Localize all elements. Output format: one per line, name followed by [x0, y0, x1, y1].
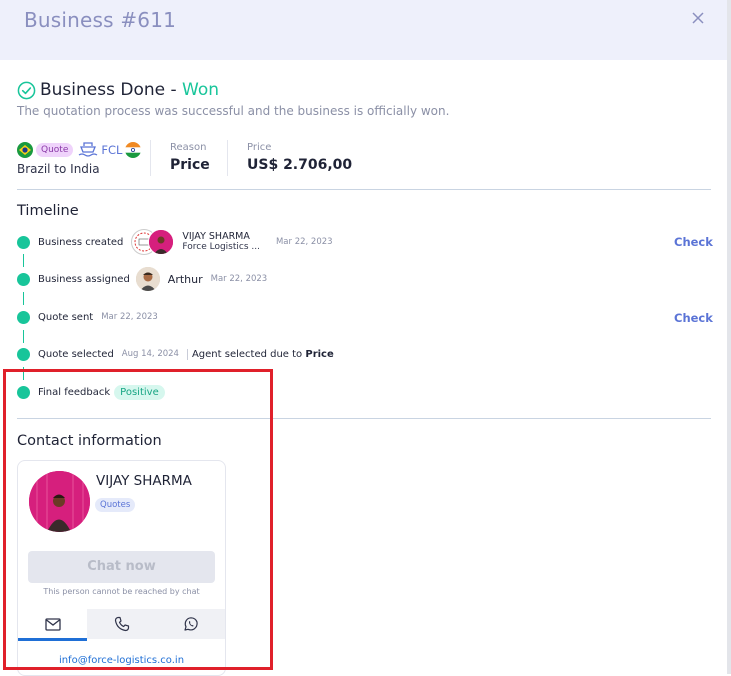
contact-method-tabs: [18, 609, 225, 641]
contact-email-link[interactable]: info@force-logistics.co.in: [18, 655, 225, 666]
reason-value: Price: [170, 157, 210, 173]
timeline-item-final-feedback: Final feedback Positive: [38, 380, 165, 404]
phone-icon: [114, 616, 129, 632]
section-divider: [17, 189, 711, 190]
timeline-dot: [17, 386, 30, 399]
check-link[interactable]: Check: [674, 235, 713, 249]
timeline-label: Final feedback: [38, 386, 111, 398]
tab-email[interactable]: [18, 609, 87, 641]
modal-title: Business #611: [24, 8, 177, 32]
tab-whatsapp[interactable]: [156, 609, 225, 639]
timeline-item-business-created: Business created VIJAY SHARMA Force Logi…: [38, 229, 333, 255]
divider: [150, 140, 151, 176]
timeline-label: Quote selected: [38, 348, 114, 360]
timeline-item-quote-sent: Quote sent Mar 22, 2023: [38, 305, 158, 329]
timeline-label: Business created: [38, 236, 124, 248]
timeline-label: Business assigned: [38, 273, 130, 285]
selection-note: Agent selected due to Price: [192, 349, 334, 360]
chat-now-button[interactable]: Chat now: [28, 551, 215, 583]
route-text: Brazil to India: [17, 162, 100, 176]
tab-phone[interactable]: [87, 609, 156, 639]
timeline-connector: [23, 254, 24, 267]
divider: [227, 140, 228, 176]
brazil-flag-icon: [17, 142, 33, 158]
person-company: Force Logistics ...: [182, 242, 260, 252]
reason-block: Reason Price: [170, 142, 210, 173]
contact-title: Contact information: [17, 433, 162, 449]
contact-name: VIJAY SHARMA: [96, 473, 192, 489]
contact-card: VIJAY SHARMA Quotes Chat now This person…: [17, 460, 226, 676]
timeline-dot: [17, 348, 30, 361]
chat-unavailable-note: This person cannot be reached by chat: [43, 587, 200, 596]
person-name: Arthur: [167, 272, 203, 286]
check-link[interactable]: Check: [674, 311, 713, 325]
status-heading: Business Done - Won: [17, 80, 219, 100]
timeline-dot: [17, 273, 30, 286]
whatsapp-icon: [183, 617, 198, 631]
timeline-connector: [23, 292, 24, 305]
timeline-date: Aug 14, 2024: [121, 349, 179, 359]
quote-badge: Quote: [36, 143, 74, 157]
price-block: Price US$ 2.706,00: [247, 142, 352, 173]
timeline-item-business-assigned: Business assigned Arthur Mar 22, 2023: [38, 267, 267, 291]
india-flag-icon: [125, 142, 142, 158]
modal-header: Business #611: [0, 0, 727, 60]
close-icon[interactable]: [690, 10, 706, 26]
timeline-item-quote-selected: Quote selected Aug 14, 2024 Agent select…: [38, 342, 334, 366]
business-modal: Business #611 Business Done - Won The qu…: [0, 0, 731, 676]
timeline-date: Mar 22, 2023: [101, 312, 158, 322]
status-outcome: Won: [182, 80, 220, 100]
reason-label: Reason: [170, 142, 207, 153]
timeline-connector: [23, 367, 24, 380]
price-label: Price: [247, 142, 272, 153]
avatar: [135, 267, 160, 291]
person-name: VIJAY SHARMA: [182, 231, 250, 242]
divider: [186, 348, 188, 360]
feedback-badge: Positive: [114, 384, 165, 400]
timeline-dot: [17, 236, 30, 249]
timeline-connector: [23, 330, 24, 343]
status-prefix: Business Done -: [40, 80, 183, 100]
price-value: US$ 2.706,00: [247, 157, 353, 173]
avatar: [29, 471, 90, 532]
selection-note-value: Price: [305, 348, 334, 360]
timeline-date: Mar 22, 2023: [275, 237, 333, 247]
contact-role-badge: Quotes: [95, 498, 136, 512]
selection-note-prefix: Agent selected due to: [191, 348, 306, 360]
route-summary: Quote FCL Brazil to India: [17, 140, 142, 176]
timeline-label: Quote sent: [38, 311, 94, 323]
avatar: [148, 229, 175, 255]
mode-label: FCL: [101, 143, 123, 157]
timeline-title: Timeline: [17, 203, 79, 219]
status-title: Business Done - Won: [40, 80, 219, 100]
section-divider: [17, 418, 711, 419]
ship-icon: [79, 142, 98, 157]
check-circle-icon: [17, 81, 36, 99]
mail-icon: [44, 617, 61, 631]
timeline-dot: [17, 311, 30, 324]
status-description: The quotation process was successful and…: [17, 104, 450, 118]
timeline-date: Mar 22, 2023: [210, 274, 268, 284]
